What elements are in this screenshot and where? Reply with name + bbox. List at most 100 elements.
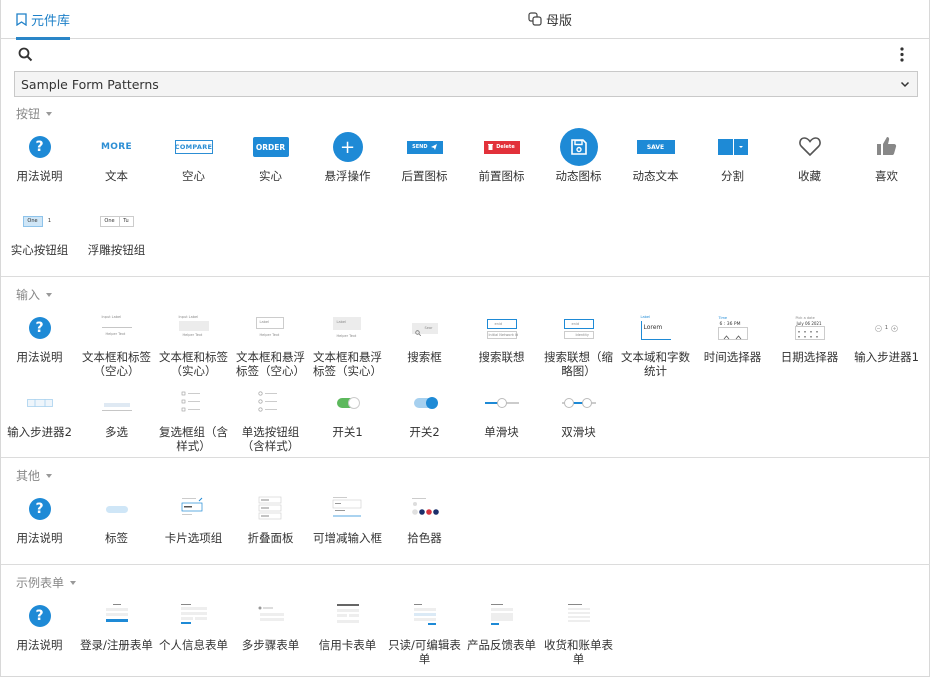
widget-buttons-usage[interactable]: ? 用法说明	[1, 129, 78, 183]
tab-library-label: 元件库	[31, 13, 71, 29]
widget-form-shipping-billing[interactable]: 收货和账单表单	[540, 598, 617, 666]
widget-form-login[interactable]: 登录/注册表单	[78, 598, 155, 652]
widget-solid-button-group[interactable]: One 1 实心按钮组	[1, 203, 78, 257]
button-group-preview: One 1	[22, 215, 57, 227]
widget-button-dynamic-text[interactable]: SAVE 动态文本	[617, 129, 694, 183]
caret-down-icon	[46, 111, 53, 116]
tab-master[interactable]: 母版	[528, 0, 572, 38]
widget-card-option-group[interactable]: 卡片选项组	[155, 491, 232, 545]
button-preview: COMPARE	[174, 140, 213, 154]
widget-button-split[interactable]: 分割	[694, 129, 771, 183]
calendar-grid	[797, 329, 822, 343]
library-select-value: Sample Form Patterns	[21, 76, 159, 92]
widget-label: 实心	[259, 169, 282, 183]
tab-library[interactable]: 元件库	[16, 0, 71, 40]
widget-form-credit-card[interactable]: 信用卡表单	[309, 598, 386, 652]
section-header-sample-forms[interactable]: 示例表单	[16, 574, 77, 591]
widget-label: 收藏	[798, 169, 821, 183]
widget-label: 文本框和标签（空心）	[82, 350, 151, 378]
widget-button-text[interactable]: MORE 文本	[78, 129, 155, 183]
bookmark-icon	[16, 12, 27, 26]
help-icon: ?	[28, 498, 51, 520]
widget-button-dynamic-icon[interactable]: 动态图标	[540, 128, 617, 183]
widget-embossed-button-group[interactable]: One Tu 浮雕按钮组	[78, 203, 155, 257]
thumbs-up-icon	[876, 135, 898, 160]
component-library-panel: 元件库 母版 Sample Form Patterns 按钮 ? 用法说明 MO…	[0, 0, 930, 677]
widget-label: 文本框和悬浮标签（实心）	[313, 350, 382, 378]
section-header-buttons[interactable]: 按钮	[16, 105, 53, 122]
widget-favorite[interactable]: 收藏	[771, 129, 848, 183]
widget-form-readonly-editable[interactable]: 只读/可编辑表单	[386, 598, 463, 666]
widget-floating-label-outline[interactable]: Label Helper Text 文本框和悬浮标签（空心）	[232, 310, 309, 378]
card-option-preview	[181, 497, 207, 522]
button-preview: MORE	[101, 142, 132, 152]
section-header-other[interactable]: 其他	[16, 467, 53, 484]
form-preview	[564, 603, 594, 630]
widget-textfield-outline[interactable]: Input Label Helper Text 文本框和标签（空心）	[78, 310, 155, 378]
widget-button-outline[interactable]: COMPARE 空心	[155, 129, 232, 183]
widget-label: 折叠面板	[247, 531, 294, 545]
section-title: 按钮	[16, 107, 41, 121]
button-preview: SEND	[406, 140, 443, 154]
toggle-preview	[413, 397, 438, 409]
widget-accordion[interactable]: 折叠面板	[232, 491, 309, 545]
widget-search-box[interactable]: Sear 搜索框	[386, 310, 463, 364]
widget-textfield-filled[interactable]: Input Label Helper Text 文本框和标签（实心）	[155, 310, 232, 378]
caret-down-icon	[70, 580, 77, 585]
widget-color-picker[interactable]: 拾色器	[386, 491, 463, 545]
autocomplete-preview: enid Identity	[562, 315, 596, 341]
widget-checkbox-group[interactable]: 复选框组（含样式）	[155, 385, 232, 453]
widget-label: 文本框和标签（实心）	[159, 350, 228, 378]
widget-textarea-count[interactable]: Label Lorem 文本域和字数统计	[617, 310, 694, 378]
widget-range-slider[interactable]: 双滑块	[540, 385, 617, 439]
widget-form-profile[interactable]: 个人信息表单	[155, 598, 232, 652]
textfield-preview: Label Helper Text	[254, 315, 288, 341]
widget-dynamic-input[interactable]: 可增减输入框	[309, 491, 386, 545]
widget-label: 开关2	[409, 425, 440, 439]
form-preview	[487, 603, 517, 630]
widget-time-picker[interactable]: Time 6 : 36 PM 时间选择器	[694, 310, 771, 364]
widget-inputs-usage[interactable]: ? 用法说明	[1, 310, 78, 364]
widget-floating-label-filled[interactable]: Label Helper Text 文本框和悬浮标签（实心）	[309, 310, 386, 378]
stepper-preview: 1	[875, 324, 898, 332]
widget-other-usage[interactable]: ? 用法说明	[1, 491, 78, 545]
widget-label: 用法说明	[16, 638, 63, 652]
widget-stepper-2[interactable]: 输入步进器2	[1, 385, 78, 439]
widget-like[interactable]: 喜欢	[848, 129, 925, 183]
checkbox-preview	[181, 390, 207, 417]
widget-search-autocomplete[interactable]: enid Initial Network Id 搜索联想	[463, 310, 540, 364]
date-picker-preview: Pick a date July 06 2021	[793, 315, 827, 341]
widget-tag[interactable]: 标签	[78, 491, 155, 545]
widget-multiselect[interactable]: 多选	[78, 385, 155, 439]
widget-label: 输入步进器2	[7, 425, 72, 439]
widget-form-feedback[interactable]: 产品反馈表单	[463, 598, 540, 652]
widget-button-trailing-icon[interactable]: SEND 后置图标	[386, 129, 463, 183]
widget-label: 搜索联想（缩略图）	[544, 350, 613, 378]
search-icon[interactable]	[18, 47, 33, 65]
button-group-preview: One Tu	[99, 215, 134, 227]
widget-date-picker[interactable]: Pick a date July 06 2021 日期选择器	[771, 310, 848, 364]
widget-form-multistep[interactable]: 多步骤表单	[232, 598, 309, 652]
widget-button-leading-icon[interactable]: Delete 前置图标	[463, 129, 540, 183]
widget-label: 用法说明	[16, 350, 63, 364]
button-preview: ORDER	[252, 137, 289, 157]
caret-down-icon	[46, 292, 53, 297]
widget-button-solid[interactable]: ORDER 实心	[232, 129, 309, 183]
widget-stepper-1[interactable]: 1 输入步进器1	[848, 310, 925, 364]
widget-label: 开关1	[332, 425, 363, 439]
textfield-preview: Input Label Helper Text	[100, 315, 134, 341]
widget-switch-1[interactable]: 开关1	[309, 385, 386, 439]
widget-radio-group[interactable]: 单选按钮组（含样式）	[232, 385, 309, 453]
range-slider-preview	[561, 397, 596, 409]
widget-label: 喜欢	[875, 169, 898, 183]
more-options-icon[interactable]	[899, 47, 905, 65]
widget-button-fab[interactable]: + 悬浮操作	[309, 129, 386, 183]
chevron-down-icon	[899, 78, 911, 93]
widget-label: 标签	[105, 531, 128, 545]
widget-search-autocomplete-thumbnail[interactable]: enid Identity 搜索联想（缩略图）	[540, 310, 617, 378]
widget-switch-2[interactable]: 开关2	[386, 385, 463, 439]
widget-single-slider[interactable]: 单滑块	[463, 385, 540, 439]
section-header-inputs[interactable]: 输入	[16, 286, 53, 303]
widget-forms-usage[interactable]: ? 用法说明	[1, 598, 78, 652]
library-select[interactable]: Sample Form Patterns	[14, 71, 918, 97]
